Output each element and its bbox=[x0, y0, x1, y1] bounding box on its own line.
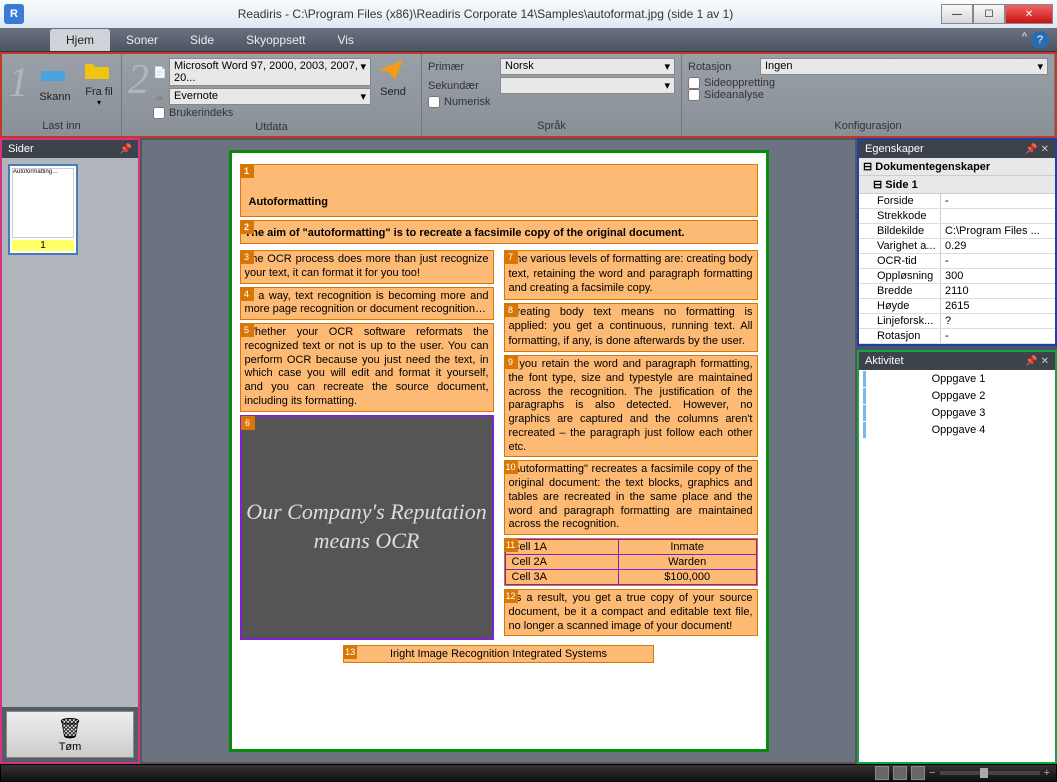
primary-lang-label: Primær bbox=[428, 61, 500, 73]
maximize-button[interactable]: ☐ bbox=[973, 4, 1005, 24]
statusbar: − + bbox=[0, 764, 1057, 782]
activity-panel: Aktivitet 📌 ✕ Oppgave 1 Oppgave 2 Oppgave… bbox=[857, 350, 1057, 764]
props-root[interactable]: ⊟ Dokumentegenskaper bbox=[859, 158, 1055, 176]
secondary-lang-combo[interactable]: ▾ bbox=[500, 77, 675, 94]
ribbon: 1 Skann Fra fil ▾ Last inn 2 📄 Microsoft… bbox=[0, 52, 1057, 138]
pin-icon[interactable]: 📌 bbox=[120, 144, 132, 155]
zone-7[interactable]: 7The various levels of formatting are: c… bbox=[504, 250, 758, 300]
pin-icon[interactable]: 📌 ✕ bbox=[1025, 356, 1049, 367]
activity-title: Aktivitet bbox=[865, 355, 904, 367]
right-panels: Egenskaper 📌 ✕ ⊟ Dokumentegenskaper ⊟ Sid… bbox=[857, 138, 1057, 764]
zoom-in-icon[interactable]: + bbox=[1044, 767, 1050, 779]
zone-10[interactable]: 10"Autoformatting" recreates a facsimile… bbox=[504, 460, 758, 535]
zoom-out-icon[interactable]: − bbox=[929, 767, 935, 779]
zone-4[interactable]: 4In a way, text recognition is becoming … bbox=[240, 287, 494, 321]
from-file-button[interactable]: Fra fil ▾ bbox=[77, 56, 121, 109]
prop-ocrtid[interactable]: OCR-tid- bbox=[859, 254, 1055, 269]
pin-icon[interactable]: 📌 ✕ bbox=[1025, 144, 1049, 155]
zoom-100-icon[interactable] bbox=[911, 766, 925, 780]
userindex-checkbox[interactable]: Brukerindeks bbox=[153, 107, 371, 119]
page-thumbnail-1[interactable]: Autoformatting… 1 bbox=[8, 164, 78, 255]
zone-6[interactable]: 6Our Company's Reputation means OCR bbox=[240, 415, 494, 640]
output-format-combo[interactable]: Microsoft Word 97, 2000, 2003, 2007, 20.… bbox=[169, 58, 371, 86]
activity-item-1[interactable]: Oppgave 1 bbox=[863, 371, 1051, 387]
zone-3[interactable]: 3The OCR process does more than just rec… bbox=[240, 250, 494, 284]
folder-icon bbox=[83, 58, 115, 86]
zone-13[interactable]: 13Iright Image Recognition Integrated Sy… bbox=[343, 645, 654, 663]
tab-vis[interactable]: Vis bbox=[321, 29, 369, 51]
step-1-icon: 1 bbox=[8, 59, 29, 107]
paper-plane-icon bbox=[377, 58, 409, 86]
properties-title: Egenskaper bbox=[865, 143, 924, 155]
prop-strekkode[interactable]: Strekkode bbox=[859, 209, 1055, 224]
prop-varighet[interactable]: Varighet a...0.29 bbox=[859, 239, 1055, 254]
analysis-checkbox[interactable]: Sideanalyse bbox=[688, 89, 1048, 101]
zone-5[interactable]: 5Whether your OCR software reformats the… bbox=[240, 323, 494, 412]
primary-lang-combo[interactable]: Norsk▾ bbox=[500, 58, 675, 75]
send-button[interactable]: Send bbox=[371, 56, 415, 119]
activity-item-2[interactable]: Oppgave 2 bbox=[863, 388, 1051, 404]
fit-page-icon[interactable] bbox=[893, 766, 907, 780]
window-title: Readiris - C:\Program Files (x86)\Readir… bbox=[30, 7, 941, 21]
titlebar: R Readiris - C:\Program Files (x86)\Read… bbox=[0, 0, 1057, 28]
help-icon[interactable]: ? bbox=[1031, 31, 1049, 49]
zone-8[interactable]: 8Creating body text means no formatting … bbox=[504, 303, 758, 353]
app-icon: R bbox=[4, 4, 24, 24]
prop-forside[interactable]: Forside- bbox=[859, 194, 1055, 209]
zone-11[interactable]: 11 Cell 1AInmate Cell 2AWarden Cell 3A$1… bbox=[504, 538, 758, 586]
prop-bildekilde[interactable]: BildekildeC:\Program Files ... bbox=[859, 224, 1055, 239]
word-icon: 📄 bbox=[153, 66, 169, 79]
zone-1[interactable]: 1Autoformatting bbox=[240, 164, 758, 217]
page-view: 1Autoformatting 2The aim of "autoformatt… bbox=[229, 150, 769, 752]
ribbon-tabs: Hjem Soner Side Skyoppsett Vis ^ ? bbox=[0, 28, 1057, 52]
numeric-checkbox[interactable]: Numerisk bbox=[428, 96, 675, 108]
properties-panel: Egenskaper 📌 ✕ ⊟ Dokumentegenskaper ⊟ Sid… bbox=[857, 138, 1057, 346]
activity-item-3[interactable]: Oppgave 3 bbox=[863, 405, 1051, 421]
group-label-utdata: Utdata bbox=[128, 119, 415, 135]
zone-12[interactable]: 12As a result, you get a true copy of yo… bbox=[504, 589, 758, 636]
scan-button[interactable]: Skann bbox=[33, 61, 77, 105]
prop-linjeforsk[interactable]: Linjeforsk...? bbox=[859, 314, 1055, 329]
thumbnail-number: 1 bbox=[12, 240, 74, 251]
prop-bredde[interactable]: Bredde2110 bbox=[859, 284, 1055, 299]
trash-icon: 🗑 bbox=[11, 716, 129, 741]
deskew-checkbox[interactable]: Sideoppretting bbox=[688, 77, 1048, 89]
group-label-konfig: Konfigurasjon bbox=[688, 118, 1048, 134]
tab-hjem[interactable]: Hjem bbox=[50, 29, 110, 51]
pages-panel: Sider 📌 Autoformatting… 1 🗑 Tøm bbox=[0, 138, 140, 764]
collapse-ribbon-icon[interactable]: ^ bbox=[1022, 31, 1027, 49]
thumbnail-image: Autoformatting… bbox=[12, 168, 74, 238]
activity-item-4[interactable]: Oppgave 4 bbox=[863, 422, 1051, 438]
cloud-icon: ☁ bbox=[153, 90, 169, 103]
minimize-button[interactable]: — bbox=[941, 4, 973, 24]
secondary-lang-label: Sekundær bbox=[428, 80, 500, 92]
rotation-combo[interactable]: Ingen▾ bbox=[760, 58, 1048, 75]
empty-button[interactable]: 🗑 Tøm bbox=[6, 711, 134, 758]
group-label-sprak: Språk bbox=[428, 118, 675, 134]
document-canvas[interactable]: 1Autoformatting 2The aim of "autoformatt… bbox=[140, 138, 857, 764]
prop-opplosning[interactable]: Oppløsning300 bbox=[859, 269, 1055, 284]
rotation-label: Rotasjon bbox=[688, 61, 760, 73]
step-2-icon: 2 bbox=[128, 56, 149, 119]
zoom-slider[interactable] bbox=[940, 771, 1040, 775]
zone-2[interactable]: 2The aim of "autoformatting" is to recre… bbox=[240, 220, 758, 244]
pages-panel-title: Sider bbox=[8, 143, 34, 155]
tab-skyoppsett[interactable]: Skyoppsett bbox=[230, 29, 321, 51]
tab-soner[interactable]: Soner bbox=[110, 29, 174, 51]
table-zone: Cell 1AInmate Cell 2AWarden Cell 3A$100,… bbox=[505, 539, 757, 585]
prop-rotasjon[interactable]: Rotasjon- bbox=[859, 329, 1055, 344]
main-area: Sider📌 Autoformatting… 1 🗑 Tøm 1Autoform… bbox=[0, 138, 1057, 764]
fit-width-icon[interactable] bbox=[875, 766, 889, 780]
output-destination-combo[interactable]: Evernote▾ bbox=[169, 88, 371, 105]
scanner-icon bbox=[39, 63, 71, 91]
close-button[interactable]: ✕ bbox=[1005, 4, 1053, 24]
prop-hoyde[interactable]: Høyde2615 bbox=[859, 299, 1055, 314]
tab-side[interactable]: Side bbox=[174, 29, 230, 51]
group-label-lastinn: Last inn bbox=[8, 118, 115, 134]
zone-9[interactable]: 9If you retain the word and paragraph fo… bbox=[504, 355, 758, 457]
props-page[interactable]: ⊟ Side 1 bbox=[859, 176, 1055, 194]
